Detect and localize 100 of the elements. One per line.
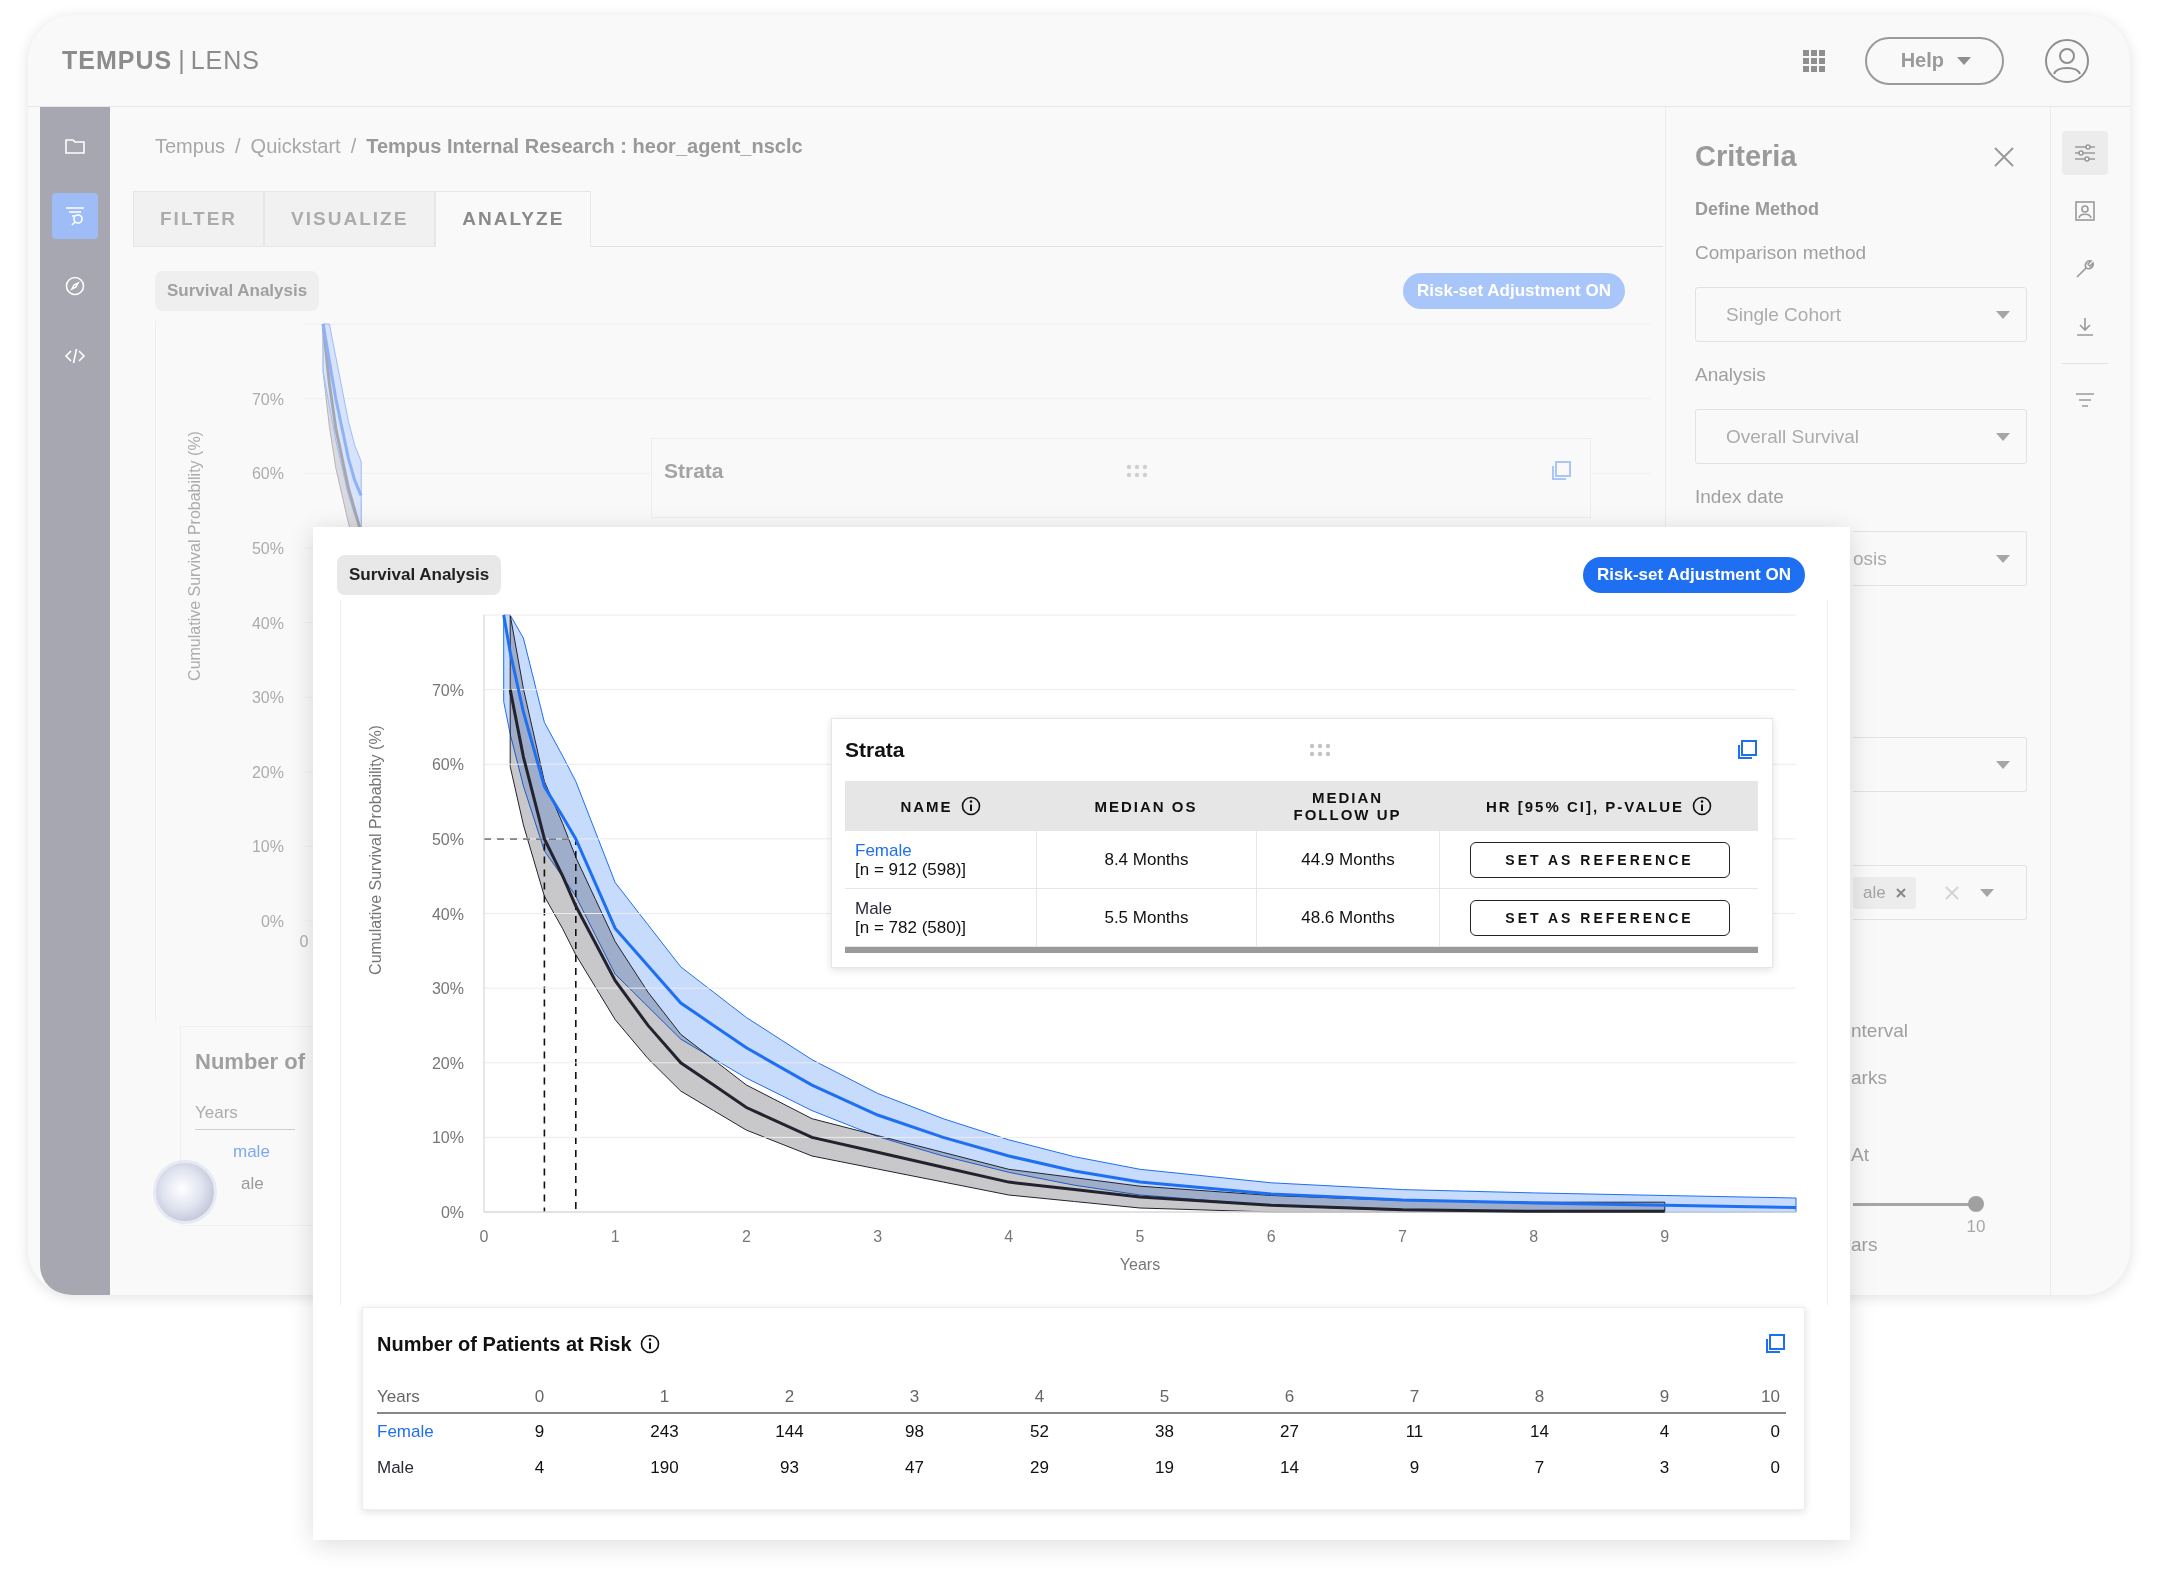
dropdown[interactable]: Overall Survival xyxy=(1695,409,2027,464)
logo-separator: | xyxy=(178,46,185,75)
y-tick-label: 70% xyxy=(431,681,464,699)
table-cell-text: 144 xyxy=(774,1422,805,1442)
close-icon[interactable] xyxy=(1993,145,2015,168)
column-header: MEDIAN FOLLOW UP xyxy=(1292,789,1403,823)
y-tick-label: 40% xyxy=(251,614,284,632)
x-tick-label: 0 xyxy=(299,933,309,950)
x-tick-label: 9 xyxy=(1660,1228,1670,1245)
breadcrumb-link[interactable]: Quickstart xyxy=(250,135,341,158)
info-icon[interactable] xyxy=(1692,796,1713,816)
slider-thumb[interactable] xyxy=(1968,1195,1984,1212)
drag-handle-icon[interactable] xyxy=(1125,464,1148,478)
y-tick-label: 40% xyxy=(431,905,464,923)
dropdown[interactable]: osis xyxy=(1853,531,2027,586)
column-header: 4 xyxy=(1033,1387,1046,1407)
caret-icon xyxy=(1996,432,2010,441)
multi-select-field[interactable]: ale xyxy=(1853,865,2027,920)
panel-title: Strata xyxy=(845,738,905,762)
column-header: 2 xyxy=(783,1387,796,1407)
breadcrumb-link[interactable]: Tempus xyxy=(155,135,226,158)
breadcrumb-separator: / xyxy=(235,135,241,158)
remove-icon[interactable] xyxy=(1895,887,1906,898)
set-reference-button[interactable]: SET AS REFERENCE xyxy=(1469,899,1730,936)
table-header: Years xyxy=(195,1103,295,1130)
x-tick-label: 4 xyxy=(1004,1228,1014,1245)
table-cell-text: 19 xyxy=(1154,1458,1175,1478)
table-cell-text: 190 xyxy=(649,1458,680,1478)
y-tick-label: 30% xyxy=(431,980,464,998)
user-avatar-icon[interactable] xyxy=(2044,37,2090,84)
risk-adjustment-button[interactable]: Risk-set Adjustment ON xyxy=(1403,273,1625,309)
dropdown[interactable] xyxy=(1853,737,2027,792)
tab[interactable]: FILTER xyxy=(133,191,265,247)
column-header: 6 xyxy=(1283,1387,1296,1407)
panel-title: Number of xyxy=(195,1049,305,1075)
tab[interactable]: VISUALIZE xyxy=(264,191,436,247)
row-label: ale xyxy=(241,1174,264,1194)
caret-icon[interactable] xyxy=(1979,888,1994,897)
logo-brand: TEMPUS xyxy=(62,46,173,75)
table-cell-text: 0 xyxy=(1769,1458,1781,1478)
x-tick-label: 7 xyxy=(1397,1228,1407,1245)
section-heading: Define Method xyxy=(1695,199,1819,220)
table-cell-text: 27 xyxy=(1279,1422,1300,1442)
table-cell-text: 7 xyxy=(1533,1458,1546,1478)
filter-search-icon[interactable] xyxy=(52,193,98,239)
drag-handle-icon[interactable] xyxy=(1309,743,1332,757)
breadcrumb-link[interactable]: Tempus Internal Research : heor_agent_nsclc xyxy=(366,135,803,158)
y-tick-label: 50% xyxy=(251,539,284,557)
table-cell: 5.5 Months xyxy=(1036,889,1256,946)
x-tick-label: 6 xyxy=(1266,1228,1276,1245)
dropdown[interactable]: Single Cohort xyxy=(1695,287,2027,342)
table-cell-text: 52 xyxy=(1029,1422,1050,1442)
column-header: 8 xyxy=(1533,1387,1546,1407)
column-header: 0 xyxy=(533,1387,546,1407)
help-button[interactable]: Help xyxy=(1864,36,2004,85)
column-header: 1 xyxy=(658,1387,671,1407)
table-cell-text: 9 xyxy=(533,1422,546,1442)
info-icon[interactable] xyxy=(960,796,981,816)
analysis-chip: Survival Analysis xyxy=(155,271,320,311)
risk-adjustment-button[interactable]: Risk-set Adjustment ON xyxy=(1583,557,1805,593)
column-header: Years xyxy=(377,1387,421,1407)
copy-icon[interactable] xyxy=(1736,739,1758,761)
y-tick-label: 10% xyxy=(431,1129,464,1147)
table-cell-text: 0 xyxy=(1769,1422,1781,1442)
axis-title: Cumulative Survival Probability (%) xyxy=(367,725,384,975)
sliders-icon[interactable] xyxy=(2062,131,2108,175)
field-label: ars xyxy=(1851,1233,1878,1257)
table-cell-text: 38 xyxy=(1154,1422,1175,1442)
column-header: 10 xyxy=(1760,1387,1781,1407)
info-icon[interactable] xyxy=(639,1334,660,1354)
y-tick-label: 0% xyxy=(440,1204,464,1221)
column-header: 5 xyxy=(1158,1387,1171,1407)
y-tick-label: 50% xyxy=(431,830,464,848)
apps-grid-icon[interactable] xyxy=(1802,49,1825,72)
column-header: HR [95% CI], P-VALUE xyxy=(1485,797,1685,815)
set-reference-button[interactable]: SET AS REFERENCE xyxy=(1469,841,1730,878)
copy-icon[interactable] xyxy=(1764,1333,1786,1355)
table-cell-text: 4 xyxy=(533,1458,546,1478)
patient-count: [n = 782 (580)] xyxy=(855,917,967,937)
table-cell-text: 9 xyxy=(1408,1458,1421,1478)
y-tick-label: 60% xyxy=(431,756,464,774)
tab[interactable]: ANALYZE xyxy=(435,191,592,247)
clear-icon[interactable] xyxy=(1943,884,1960,901)
row-label: male xyxy=(233,1142,270,1162)
selected-chip[interactable]: ale xyxy=(1853,876,1916,909)
column-header: 7 xyxy=(1408,1387,1421,1407)
stratum-name: Male xyxy=(855,898,892,918)
breadcrumb-separator: / xyxy=(350,135,357,158)
column-header: MEDIAN OS xyxy=(1094,797,1198,815)
table-cell-text: 47 xyxy=(904,1458,925,1478)
table-cell-text: 14 xyxy=(1279,1458,1300,1478)
table-cell-text: 11 xyxy=(1404,1422,1425,1442)
patient-count: [n = 912 (598)] xyxy=(855,859,967,879)
x-tick-label: 1 xyxy=(610,1228,620,1245)
column-header: 9 xyxy=(1658,1387,1671,1407)
table-cell: 8.4 Months xyxy=(1036,831,1256,888)
table-cell-text: 29 xyxy=(1029,1458,1050,1478)
caret-icon xyxy=(1996,760,2010,769)
table-cell-text: 243 xyxy=(649,1422,680,1442)
card-title: Number of Patients at Risk xyxy=(377,1332,632,1356)
